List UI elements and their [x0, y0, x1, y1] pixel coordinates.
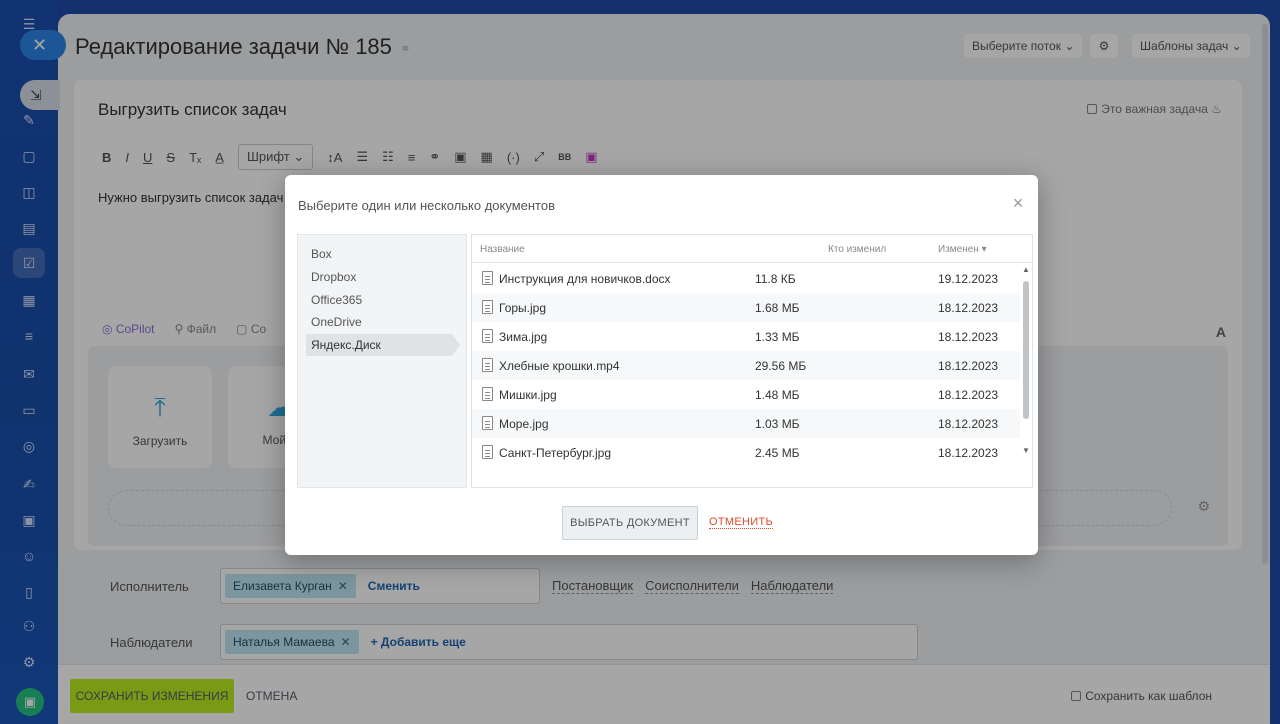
scroll-down-icon[interactable]: ▼ [1022, 446, 1030, 455]
document-picker-dialog: Выберите один или несколько документов ×… [285, 175, 1038, 555]
file-name: Море.jpg [499, 417, 549, 431]
service-office365[interactable]: Office365 [306, 289, 452, 311]
cancel-link[interactable]: ОТМЕНИТЬ [709, 516, 773, 529]
file-table: Название Кто изменил Изменен ▾ Инструкци… [471, 234, 1033, 488]
file-date: 18.12.2023 [938, 446, 999, 460]
file-icon [482, 271, 493, 285]
select-document-button[interactable]: ВЫБРАТЬ ДОКУМЕНТ [562, 506, 698, 540]
file-size: 1.48 МБ [755, 388, 800, 402]
file-table-scrollbar[interactable]: ▲ ▼ [1022, 265, 1030, 455]
file-name: Зима.jpg [499, 330, 548, 344]
file-date: 18.12.2023 [938, 388, 999, 402]
table-row[interactable]: Хлебные крошки.mp4 29.56 МБ 18.12.2023 [472, 351, 1020, 380]
file-size: 1.68 МБ [755, 301, 800, 315]
table-row[interactable]: Санкт-Петербург.jpg 2.45 МБ 18.12.2023 [472, 438, 1020, 467]
close-icon[interactable]: × [1008, 193, 1028, 213]
file-date: 18.12.2023 [938, 301, 999, 315]
service-list: Box Dropbox Office365 OneDrive Яндекс.Ди… [297, 234, 467, 488]
file-date: 18.12.2023 [938, 417, 999, 431]
file-size: 2.45 МБ [755, 446, 800, 460]
table-row[interactable]: Инструкция для новичков.docx 11.8 КБ 19.… [472, 264, 1020, 293]
file-size: 11.8 КБ [755, 272, 796, 286]
file-name: Инструкция для новичков.docx [499, 272, 671, 286]
table-row[interactable]: Море.jpg 1.03 МБ 18.12.2023 [472, 409, 1020, 438]
scroll-up-icon[interactable]: ▲ [1022, 265, 1030, 274]
column-modified-by[interactable]: Кто изменил [828, 244, 886, 255]
file-icon [482, 416, 493, 430]
service-onedrive[interactable]: OneDrive [306, 311, 452, 333]
service-box[interactable]: Box [306, 243, 452, 265]
file-name: Мишки.jpg [499, 388, 557, 402]
file-date: 19.12.2023 [938, 272, 999, 286]
file-icon [482, 300, 493, 314]
column-name[interactable]: Название [480, 244, 525, 255]
file-icon [482, 329, 493, 343]
file-name: Горы.jpg [499, 301, 547, 315]
table-row[interactable]: Зима.jpg 1.33 МБ 18.12.2023 [472, 322, 1020, 351]
column-modified[interactable]: Изменен ▾ [938, 244, 987, 255]
file-size: 1.33 МБ [755, 330, 800, 344]
file-icon [482, 358, 493, 372]
file-date: 18.12.2023 [938, 330, 999, 344]
service-dropbox[interactable]: Dropbox [306, 266, 452, 288]
file-icon [482, 445, 493, 459]
dialog-title: Выберите один или несколько документов [298, 198, 556, 213]
file-date: 18.12.2023 [938, 359, 999, 373]
file-name: Санкт-Петербург.jpg [499, 446, 611, 460]
file-icon [482, 387, 493, 401]
file-table-header: Название Кто изменил Изменен ▾ [472, 235, 1032, 263]
service-yandex-disk[interactable]: Яндекс.Диск [306, 334, 460, 356]
file-size: 29.56 МБ [755, 359, 807, 373]
file-name: Хлебные крошки.mp4 [499, 359, 620, 373]
file-size: 1.03 МБ [755, 417, 800, 431]
scroll-thumb[interactable] [1023, 281, 1029, 419]
table-row[interactable]: Мишки.jpg 1.48 МБ 18.12.2023 [472, 380, 1020, 409]
table-row[interactable]: Горы.jpg 1.68 МБ 18.12.2023 [472, 293, 1020, 322]
